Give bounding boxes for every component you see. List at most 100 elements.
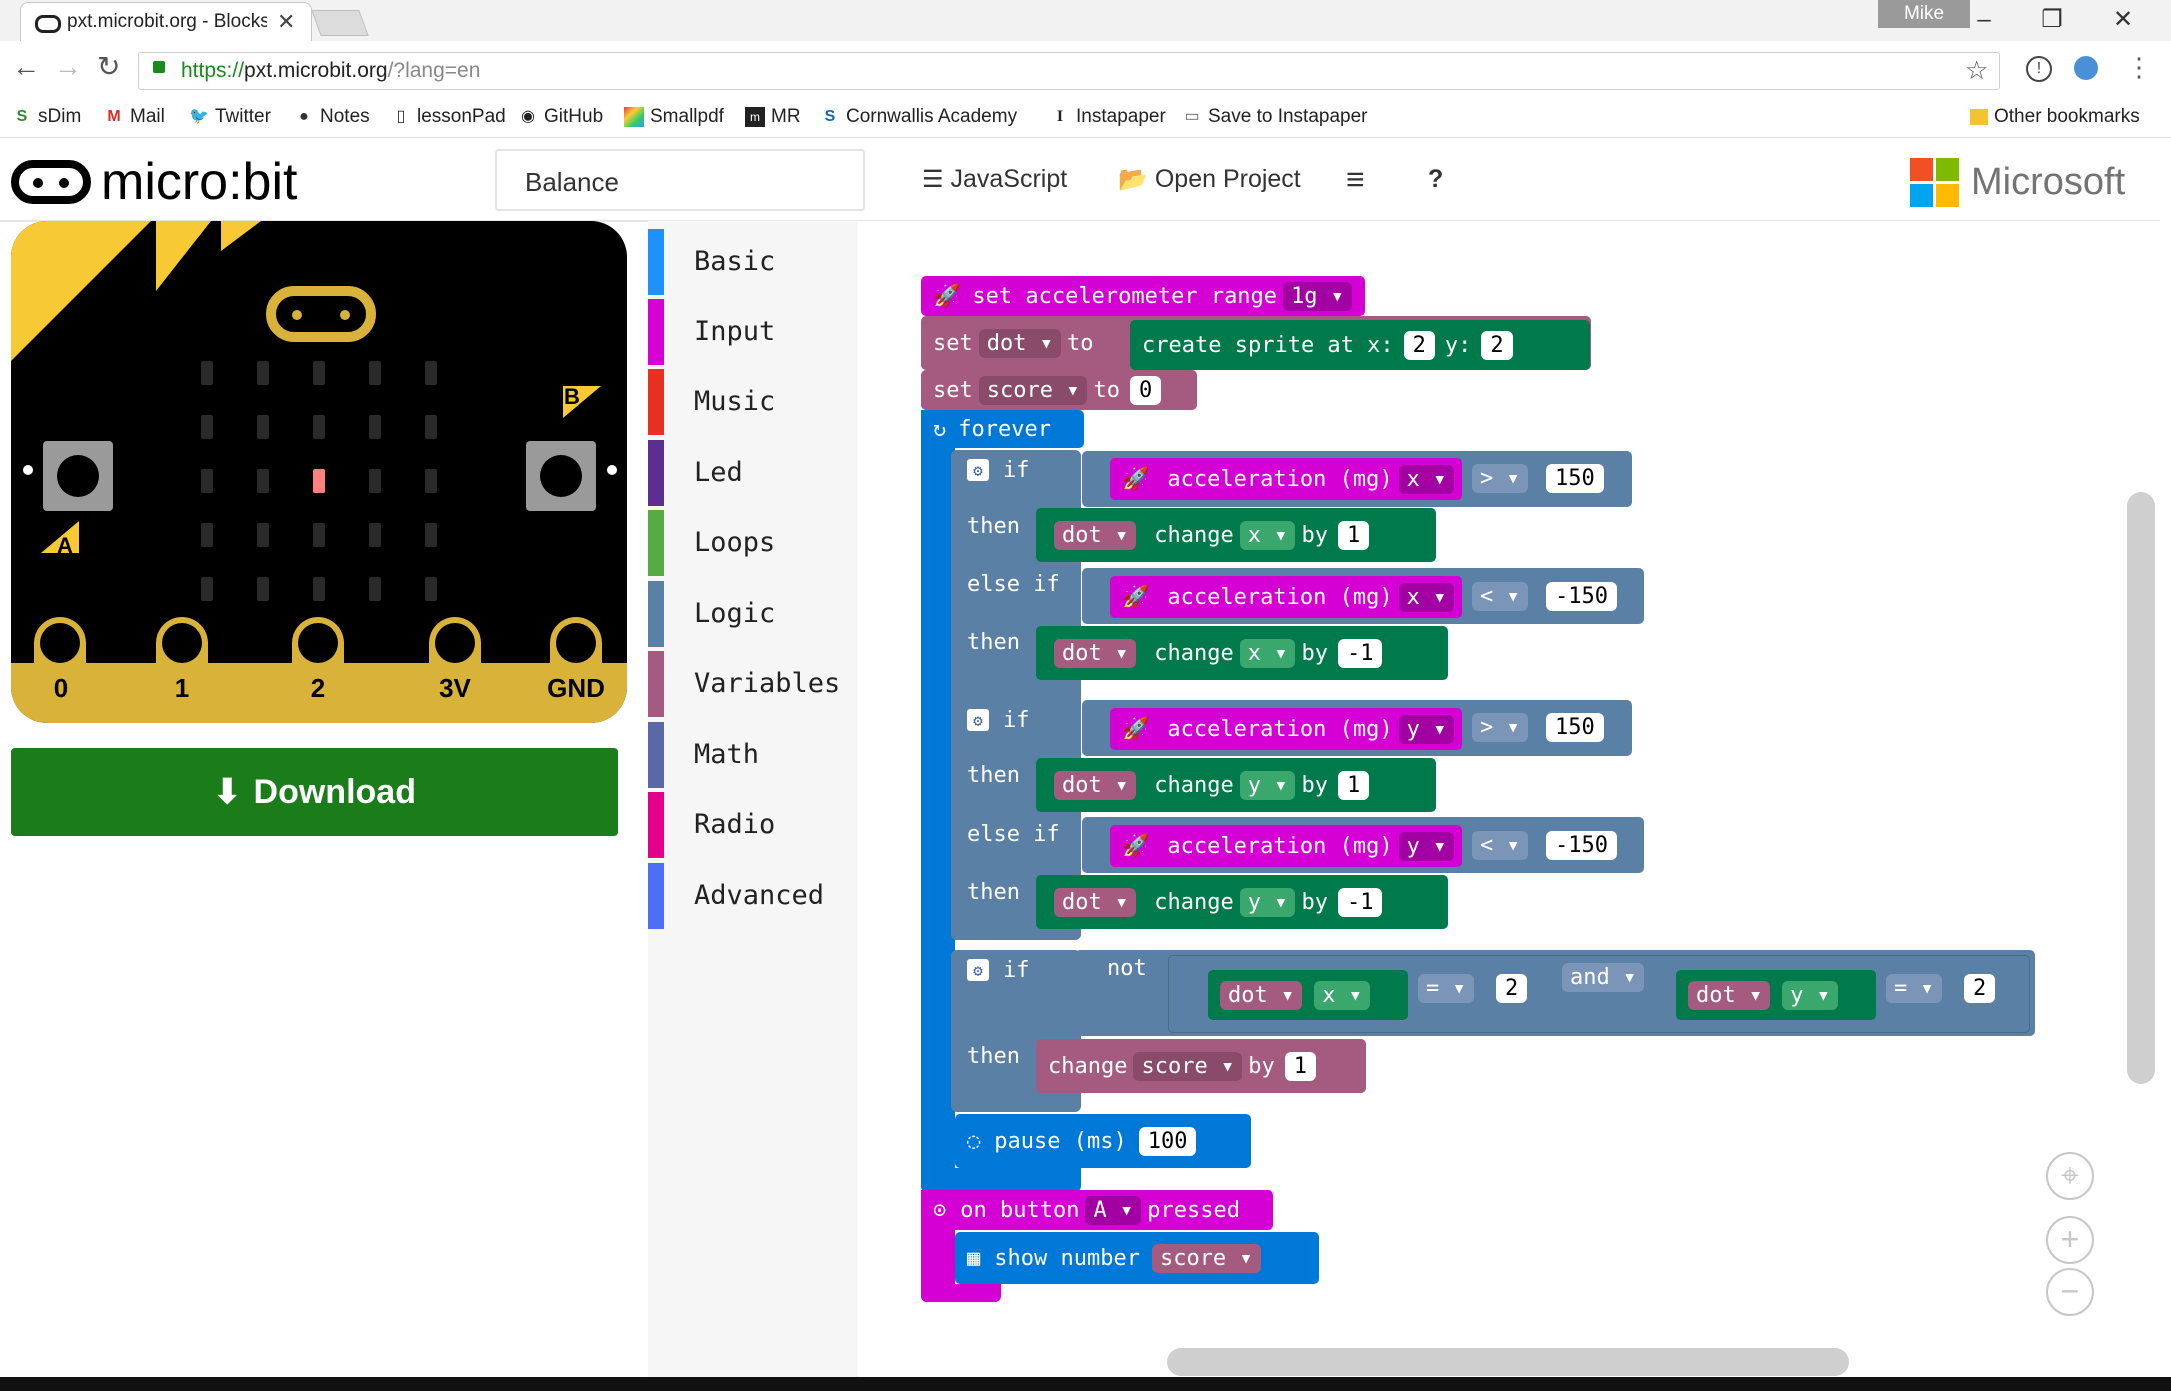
- acceleration-x-block[interactable]: 🚀 acceleration (mg) x ▾: [1110, 576, 1462, 618]
- forever-header[interactable]: ↻ forever: [921, 410, 1084, 448]
- create-sprite-block[interactable]: create sprite at x: 2 y: 2: [1130, 320, 1590, 370]
- bookmark-notes[interactable]: ● Notes: [294, 97, 369, 137]
- axis-dropdown[interactable]: x ▾: [1398, 582, 1455, 612]
- variable-dropdown[interactable]: score ▾: [978, 375, 1088, 405]
- sprite-dropdown[interactable]: dot ▾: [1688, 980, 1771, 1010]
- button-dropdown[interactable]: A ▾: [1085, 1195, 1142, 1225]
- category-input[interactable]: Input: [648, 299, 858, 369]
- axis-dropdown[interactable]: y ▾: [1239, 770, 1296, 800]
- sprite-y-input[interactable]: 2: [1481, 330, 1513, 360]
- sprite-dropdown[interactable]: dot ▾: [1054, 638, 1137, 668]
- menu-button[interactable]: ≡: [1346, 148, 1365, 210]
- compare-op-dropdown[interactable]: > ▾: [1472, 713, 1528, 742]
- gear-icon[interactable]: ⚙: [967, 709, 989, 731]
- forever-block[interactable]: [921, 410, 955, 1192]
- variable-dropdown[interactable]: score ▾: [1151, 1243, 1261, 1273]
- close-window-icon[interactable]: ✕: [2094, 0, 2152, 40]
- category-music[interactable]: Music: [648, 369, 858, 439]
- bookmark-twitter[interactable]: 🐦 Twitter: [189, 97, 271, 137]
- axis-dropdown[interactable]: y ▾: [1239, 887, 1296, 917]
- equals-op-dropdown[interactable]: = ▾: [1886, 974, 1942, 1003]
- horizontal-scrollbar[interactable]: [1167, 1348, 1849, 1376]
- sprite-dropdown[interactable]: dot ▾: [1054, 520, 1137, 550]
- change-x-block[interactable]: dot ▾ change x ▾ by 1: [1036, 508, 1436, 562]
- compare-value-input[interactable]: 150: [1546, 713, 1604, 742]
- change-amount-input[interactable]: 1: [1284, 1051, 1316, 1081]
- axis-dropdown[interactable]: y ▾: [1398, 831, 1455, 861]
- bookmark-other[interactable]: Other bookmarks: [1970, 97, 2140, 137]
- variable-dropdown[interactable]: score ▾: [1133, 1051, 1243, 1081]
- category-loops[interactable]: Loops: [648, 510, 858, 580]
- property-dropdown[interactable]: x ▾: [1314, 980, 1370, 1010]
- on-button-header[interactable]: ⊙ on button A ▾ pressed: [921, 1190, 1273, 1230]
- set-accelerometer-range-block[interactable]: 🚀 set accelerometer range 1g ▾: [921, 276, 1365, 316]
- compare-value-input[interactable]: -150: [1546, 582, 1617, 611]
- gear-icon[interactable]: ⚙: [967, 959, 989, 981]
- sprite-dropdown[interactable]: dot ▾: [1054, 887, 1137, 917]
- change-y-block[interactable]: dot ▾ change y ▾ by -1: [1036, 875, 1448, 929]
- bookmark-lessonpad[interactable]: ▯ lessonPad: [391, 97, 506, 137]
- equals-op-dropdown[interactable]: = ▾: [1418, 974, 1474, 1003]
- sprite-dropdown[interactable]: dot ▾: [1220, 980, 1303, 1010]
- bookmark-instapaper[interactable]: I Instapaper: [1050, 97, 1166, 137]
- bookmark-smallpdf[interactable]: Smallpdf: [624, 97, 724, 137]
- forward-icon[interactable]: →: [54, 51, 82, 83]
- help-button[interactable]: ?: [1428, 148, 1443, 210]
- change-x-block[interactable]: dot ▾ change x ▾ by -1: [1036, 626, 1448, 680]
- compare-value-input[interactable]: -150: [1546, 831, 1617, 860]
- new-tab-button[interactable]: [311, 10, 369, 36]
- zoom-out-icon[interactable]: −: [2046, 1268, 2094, 1316]
- sprite-x-property-block[interactable]: dot ▾ x ▾: [1208, 970, 1408, 1020]
- range-dropdown[interactable]: 1g ▾: [1283, 281, 1353, 311]
- category-advanced[interactable]: Advanced: [648, 863, 858, 933]
- microbit-logo[interactable]: micro:bit: [11, 152, 297, 212]
- button-b[interactable]: [526, 441, 596, 511]
- acceleration-y-block[interactable]: 🚀 acceleration (mg) y ▾: [1110, 825, 1462, 867]
- back-icon[interactable]: ←: [12, 51, 40, 83]
- property-dropdown[interactable]: y ▾: [1782, 980, 1838, 1010]
- compare-op-dropdown[interactable]: > ▾: [1472, 464, 1528, 493]
- microsoft-logo[interactable]: Microsoft: [1910, 158, 2125, 207]
- compare-value-input[interactable]: 2: [1496, 974, 1528, 1003]
- category-logic[interactable]: Logic: [648, 581, 858, 651]
- gear-icon[interactable]: ⚙: [967, 459, 989, 481]
- microbit-simulator[interactable]: A B 0 1 2 3V GND: [11, 221, 627, 723]
- browser-tab-active[interactable]: pxt.microbit.org - Blocks ✕: [20, 2, 312, 42]
- compare-op-dropdown[interactable]: < ▾: [1472, 582, 1528, 611]
- axis-dropdown[interactable]: y ▾: [1398, 714, 1455, 744]
- category-math[interactable]: Math: [648, 722, 858, 792]
- info-extension-icon[interactable]: !: [2026, 56, 2052, 82]
- url-bar[interactable]: https://pxt.microbit.org/?lang=en ☆: [138, 52, 2000, 90]
- bookmark-save-instapaper[interactable]: ▭ Save to Instapaper: [1182, 97, 1367, 137]
- bookmark-mail[interactable]: M Mail: [104, 97, 165, 137]
- score-initial-input[interactable]: 0: [1129, 375, 1162, 405]
- show-number-block[interactable]: ▦ show number score ▾: [955, 1232, 1319, 1284]
- change-score-block[interactable]: change score ▾ by 1: [1036, 1039, 1366, 1093]
- compare-value-input[interactable]: 150: [1546, 464, 1604, 493]
- axis-dropdown[interactable]: x ▾: [1398, 464, 1455, 494]
- axis-dropdown[interactable]: x ▾: [1239, 520, 1296, 550]
- sprite-y-property-block[interactable]: dot ▾ y ▾: [1676, 970, 1876, 1020]
- compare-value-input[interactable]: 2: [1964, 974, 1996, 1003]
- change-amount-input[interactable]: 1: [1337, 520, 1370, 550]
- category-variables[interactable]: Variables: [648, 651, 858, 721]
- pause-value-input[interactable]: 100: [1138, 1126, 1197, 1156]
- pause-block[interactable]: ◌ pause (ms) 100: [955, 1114, 1251, 1168]
- tab-close-icon[interactable]: ✕: [277, 9, 295, 35]
- sprite-dropdown[interactable]: dot ▾: [1054, 770, 1137, 800]
- chrome-menu-icon[interactable]: ⋮: [2126, 52, 2152, 83]
- category-basic[interactable]: Basic: [648, 229, 858, 299]
- reload-icon[interactable]: ↻: [97, 50, 120, 83]
- restore-icon[interactable]: ❐: [2023, 0, 2081, 40]
- project-name-input[interactable]: Balance: [495, 149, 865, 211]
- open-project-button[interactable]: 📂 Open Project: [1118, 148, 1301, 210]
- and-dropdown[interactable]: and ▾: [1562, 963, 1645, 992]
- recenter-icon[interactable]: ⌖: [2046, 1152, 2094, 1200]
- category-radio[interactable]: Radio: [648, 792, 858, 862]
- download-button[interactable]: ⬇ Download: [11, 748, 618, 836]
- variable-dropdown[interactable]: dot ▾: [978, 328, 1061, 358]
- change-amount-input[interactable]: -1: [1337, 887, 1383, 917]
- change-amount-input[interactable]: -1: [1337, 638, 1383, 668]
- vertical-scrollbar[interactable]: [2127, 492, 2155, 1084]
- acceleration-x-block[interactable]: 🚀 acceleration (mg) x ▾: [1110, 458, 1462, 500]
